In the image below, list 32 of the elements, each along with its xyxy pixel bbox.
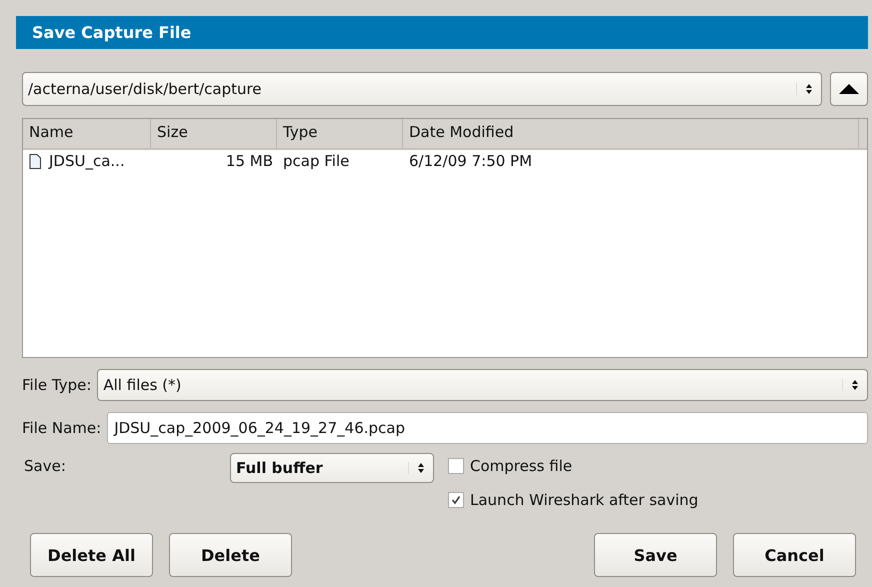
checkbox-label: Compress file bbox=[470, 457, 572, 475]
column-header[interactable]: Type bbox=[277, 119, 403, 148]
file-date: 6/12/09 7:50 PM bbox=[409, 152, 532, 170]
window-title: Save Capture File bbox=[32, 23, 192, 42]
file-name-label: File Name: bbox=[22, 419, 102, 437]
column-header[interactable]: Size bbox=[151, 119, 277, 148]
dialog-button[interactable]: Delete bbox=[169, 533, 292, 577]
save-dropdown[interactable]: Full buffer bbox=[230, 453, 434, 483]
checkbox[interactable] bbox=[448, 458, 464, 474]
up-folder-button[interactable] bbox=[830, 72, 868, 106]
file-name: JDSU_ca... bbox=[49, 152, 125, 170]
dialog-button[interactable]: Cancel bbox=[733, 533, 856, 577]
up-triangle-icon bbox=[839, 84, 859, 94]
spinner-arrows-icon bbox=[842, 379, 859, 391]
file-row[interactable]: JDSU_ca... 15 MB pcap File 6/12/09 7:50 PM bbox=[23, 150, 867, 172]
file-name-field[interactable]: JDSU_cap_2009_06_24_19_27_46.pcap bbox=[107, 412, 868, 444]
spinner-arrows-icon bbox=[408, 462, 425, 474]
column-header[interactable]: Date Modified bbox=[403, 119, 859, 148]
file-size: 15 MB bbox=[226, 152, 273, 170]
file-type: pcap File bbox=[283, 152, 350, 170]
file-icon bbox=[29, 154, 41, 168]
file-type-dropdown[interactable]: All files (*) bbox=[97, 369, 868, 401]
spinner-arrows-icon bbox=[796, 83, 813, 95]
file-type-label: File Type: bbox=[22, 376, 92, 394]
column-header[interactable]: Name bbox=[23, 119, 151, 148]
save-label: Save: bbox=[24, 456, 67, 475]
checkbox-label: Launch Wireshark after saving bbox=[470, 491, 698, 509]
dialog-button[interactable]: Save bbox=[594, 533, 717, 577]
checkmark-icon bbox=[451, 495, 461, 505]
checkbox[interactable] bbox=[448, 492, 464, 508]
dialog-button[interactable]: Delete All bbox=[30, 533, 153, 577]
path-dropdown[interactable]: /acterna/user/disk/bert/capture bbox=[22, 72, 822, 106]
